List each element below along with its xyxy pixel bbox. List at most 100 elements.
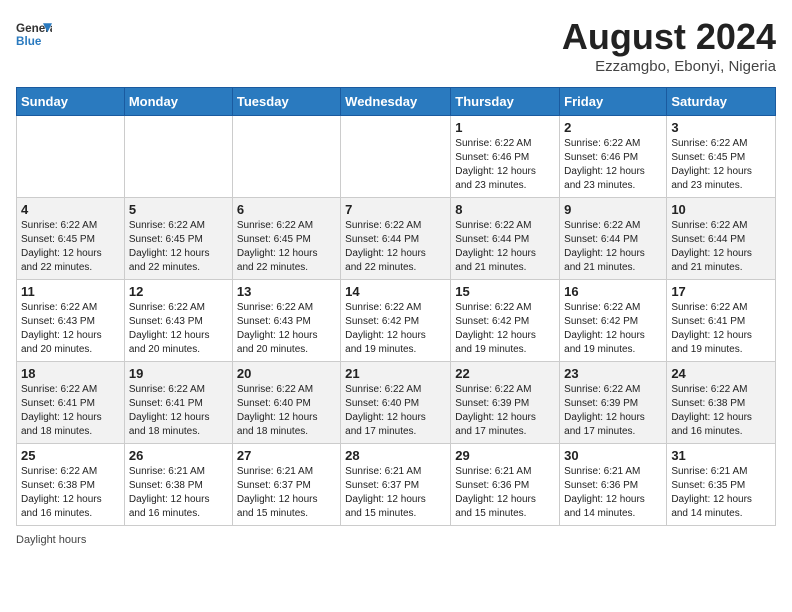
day-number: 6 bbox=[237, 202, 336, 217]
week-row-3: 11 Sunrise: 6:22 AMSunset: 6:43 PMDayligh… bbox=[17, 280, 776, 362]
day-info: Sunrise: 6:22 AMSunset: 6:46 PMDaylight:… bbox=[455, 137, 555, 193]
daylight-hours-label: Daylight hours bbox=[16, 534, 86, 546]
day-number: 11 bbox=[21, 284, 120, 299]
day-info: Sunrise: 6:21 AMSunset: 6:35 PMDaylight:… bbox=[671, 465, 771, 521]
day-info: Sunrise: 6:22 AMSunset: 6:40 PMDaylight:… bbox=[345, 383, 446, 439]
column-header-saturday: Saturday bbox=[667, 88, 776, 116]
day-cell: 15 Sunrise: 6:22 AMSunset: 6:42 PMDayligh… bbox=[451, 280, 560, 362]
day-cell: 21 Sunrise: 6:22 AMSunset: 6:40 PMDayligh… bbox=[341, 362, 451, 444]
calendar-table: SundayMondayTuesdayWednesdayThursdayFrid… bbox=[16, 87, 776, 526]
week-row-5: 25 Sunrise: 6:22 AMSunset: 6:38 PMDayligh… bbox=[17, 444, 776, 526]
day-number: 10 bbox=[671, 202, 771, 217]
day-cell: 9Sunrise: 6:22 AMSunset: 6:44 PMDaylight… bbox=[560, 198, 667, 280]
day-info: Sunrise: 6:22 AMSunset: 6:39 PMDaylight:… bbox=[455, 383, 555, 439]
day-number: 13 bbox=[237, 284, 336, 299]
day-cell: 1 Sunrise: 6:22 AMSunset: 6:46 PMDaylight… bbox=[451, 116, 560, 198]
day-number: 31 bbox=[671, 448, 771, 463]
calendar-body: 1 Sunrise: 6:22 AMSunset: 6:46 PMDaylight… bbox=[17, 116, 776, 526]
column-header-thursday: Thursday bbox=[451, 88, 560, 116]
day-cell: 30Sunrise: 6:21 AMSunset: 6:36 PMDayligh… bbox=[560, 444, 667, 526]
day-info: Sunrise: 6:22 AMSunset: 6:38 PMDaylight:… bbox=[671, 383, 771, 439]
day-number: 1 bbox=[455, 120, 555, 135]
day-cell: 20 Sunrise: 6:22 AMSunset: 6:40 PMDayligh… bbox=[232, 362, 340, 444]
week-row-1: 1 Sunrise: 6:22 AMSunset: 6:46 PMDaylight… bbox=[17, 116, 776, 198]
day-number: 7 bbox=[345, 202, 446, 217]
day-info: Sunrise: 6:22 AMSunset: 6:44 PMDaylight:… bbox=[345, 219, 446, 275]
day-number: 26 bbox=[129, 448, 228, 463]
day-cell: 27Sunrise: 6:21 AMSunset: 6:37 PMDayligh… bbox=[232, 444, 340, 526]
column-header-sunday: Sunday bbox=[17, 88, 125, 116]
day-cell: 23 Sunrise: 6:22 AMSunset: 6:39 PMDayligh… bbox=[560, 362, 667, 444]
day-cell: 7 Sunrise: 6:22 AMSunset: 6:44 PMDaylight… bbox=[341, 198, 451, 280]
calendar-header-row: SundayMondayTuesdayWednesdayThursdayFrid… bbox=[17, 88, 776, 116]
day-number: 18 bbox=[21, 366, 120, 381]
day-number: 16 bbox=[564, 284, 662, 299]
day-cell: 12Sunrise: 6:22 AMSunset: 6:43 PMDayligh… bbox=[124, 280, 232, 362]
day-cell: 5Sunrise: 6:22 AMSunset: 6:45 PMDaylight… bbox=[124, 198, 232, 280]
day-number: 29 bbox=[455, 448, 555, 463]
calendar-subtitle: Ezzamgbo, Ebonyi, Nigeria bbox=[562, 58, 776, 75]
day-cell: 3Sunrise: 6:22 AMSunset: 6:45 PMDaylight… bbox=[667, 116, 776, 198]
day-cell: 28 Sunrise: 6:21 AMSunset: 6:37 PMDayligh… bbox=[341, 444, 451, 526]
day-number: 24 bbox=[671, 366, 771, 381]
page-header: General Blue August 2024 Ezzamgbo, Ebony… bbox=[16, 16, 776, 75]
day-info: Sunrise: 6:22 AMSunset: 6:43 PMDaylight:… bbox=[237, 301, 336, 357]
day-info: Sunrise: 6:22 AMSunset: 6:41 PMDaylight:… bbox=[21, 383, 120, 439]
day-info: Sunrise: 6:22 AMSunset: 6:43 PMDaylight:… bbox=[21, 301, 120, 357]
column-header-monday: Monday bbox=[124, 88, 232, 116]
day-info: Sunrise: 6:22 AMSunset: 6:45 PMDaylight:… bbox=[21, 219, 120, 275]
day-info: Sunrise: 6:22 AMSunset: 6:39 PMDaylight:… bbox=[564, 383, 662, 439]
day-cell: 19Sunrise: 6:22 AMSunset: 6:41 PMDayligh… bbox=[124, 362, 232, 444]
day-info: Sunrise: 6:22 AMSunset: 6:45 PMDaylight:… bbox=[671, 137, 771, 193]
day-cell: 8 Sunrise: 6:22 AMSunset: 6:44 PMDaylight… bbox=[451, 198, 560, 280]
day-cell: 22 Sunrise: 6:22 AMSunset: 6:39 PMDayligh… bbox=[451, 362, 560, 444]
logo: General Blue bbox=[16, 16, 52, 52]
svg-text:Blue: Blue bbox=[16, 35, 42, 48]
day-cell: 11 Sunrise: 6:22 AMSunset: 6:43 PMDayligh… bbox=[17, 280, 125, 362]
day-number: 20 bbox=[237, 366, 336, 381]
day-info: Sunrise: 6:21 AMSunset: 6:37 PMDaylight:… bbox=[345, 465, 446, 521]
day-info: Sunrise: 6:21 AMSunset: 6:37 PMDaylight:… bbox=[237, 465, 336, 521]
day-number: 19 bbox=[129, 366, 228, 381]
column-header-tuesday: Tuesday bbox=[232, 88, 340, 116]
day-cell: 25 Sunrise: 6:22 AMSunset: 6:38 PMDayligh… bbox=[17, 444, 125, 526]
footer: Daylight hours bbox=[16, 534, 776, 546]
day-number: 15 bbox=[455, 284, 555, 299]
day-info: Sunrise: 6:22 AMSunset: 6:40 PMDaylight:… bbox=[237, 383, 336, 439]
day-number: 23 bbox=[564, 366, 662, 381]
day-cell bbox=[341, 116, 451, 198]
calendar-title: August 2024 bbox=[562, 16, 776, 58]
day-info: Sunrise: 6:22 AMSunset: 6:45 PMDaylight:… bbox=[129, 219, 228, 275]
day-cell bbox=[17, 116, 125, 198]
day-info: Sunrise: 6:22 AMSunset: 6:42 PMDaylight:… bbox=[564, 301, 662, 357]
day-cell: 24 Sunrise: 6:22 AMSunset: 6:38 PMDayligh… bbox=[667, 362, 776, 444]
day-info: Sunrise: 6:22 AMSunset: 6:38 PMDaylight:… bbox=[21, 465, 120, 521]
day-number: 25 bbox=[21, 448, 120, 463]
day-cell: 31 Sunrise: 6:21 AMSunset: 6:35 PMDayligh… bbox=[667, 444, 776, 526]
day-number: 8 bbox=[455, 202, 555, 217]
day-number: 22 bbox=[455, 366, 555, 381]
day-cell: 13 Sunrise: 6:22 AMSunset: 6:43 PMDayligh… bbox=[232, 280, 340, 362]
day-cell: 14Sunrise: 6:22 AMSunset: 6:42 PMDayligh… bbox=[341, 280, 451, 362]
day-number: 28 bbox=[345, 448, 446, 463]
logo-icon: General Blue bbox=[16, 16, 52, 52]
day-info: Sunrise: 6:22 AMSunset: 6:43 PMDaylight:… bbox=[129, 301, 228, 357]
week-row-4: 18 Sunrise: 6:22 AMSunset: 6:41 PMDayligh… bbox=[17, 362, 776, 444]
day-cell: 17Sunrise: 6:22 AMSunset: 6:41 PMDayligh… bbox=[667, 280, 776, 362]
day-cell: 16 Sunrise: 6:22 AMSunset: 6:42 PMDayligh… bbox=[560, 280, 667, 362]
day-number: 2 bbox=[564, 120, 662, 135]
week-row-2: 4Sunrise: 6:22 AMSunset: 6:45 PMDaylight… bbox=[17, 198, 776, 280]
day-info: Sunrise: 6:21 AMSunset: 6:36 PMDaylight:… bbox=[564, 465, 662, 521]
day-info: Sunrise: 6:22 AMSunset: 6:42 PMDaylight:… bbox=[455, 301, 555, 357]
day-info: Sunrise: 6:22 AMSunset: 6:45 PMDaylight:… bbox=[237, 219, 336, 275]
day-info: Sunrise: 6:22 AMSunset: 6:41 PMDaylight:… bbox=[671, 301, 771, 357]
day-cell: 29Sunrise: 6:21 AMSunset: 6:36 PMDayligh… bbox=[451, 444, 560, 526]
column-header-friday: Friday bbox=[560, 88, 667, 116]
day-info: Sunrise: 6:21 AMSunset: 6:38 PMDaylight:… bbox=[129, 465, 228, 521]
day-info: Sunrise: 6:22 AMSunset: 6:42 PMDaylight:… bbox=[345, 301, 446, 357]
day-cell: 10Sunrise: 6:22 AMSunset: 6:44 PMDayligh… bbox=[667, 198, 776, 280]
day-info: Sunrise: 6:22 AMSunset: 6:44 PMDaylight:… bbox=[455, 219, 555, 275]
day-cell: 2Sunrise: 6:22 AMSunset: 6:46 PMDaylight… bbox=[560, 116, 667, 198]
day-number: 9 bbox=[564, 202, 662, 217]
day-number: 21 bbox=[345, 366, 446, 381]
